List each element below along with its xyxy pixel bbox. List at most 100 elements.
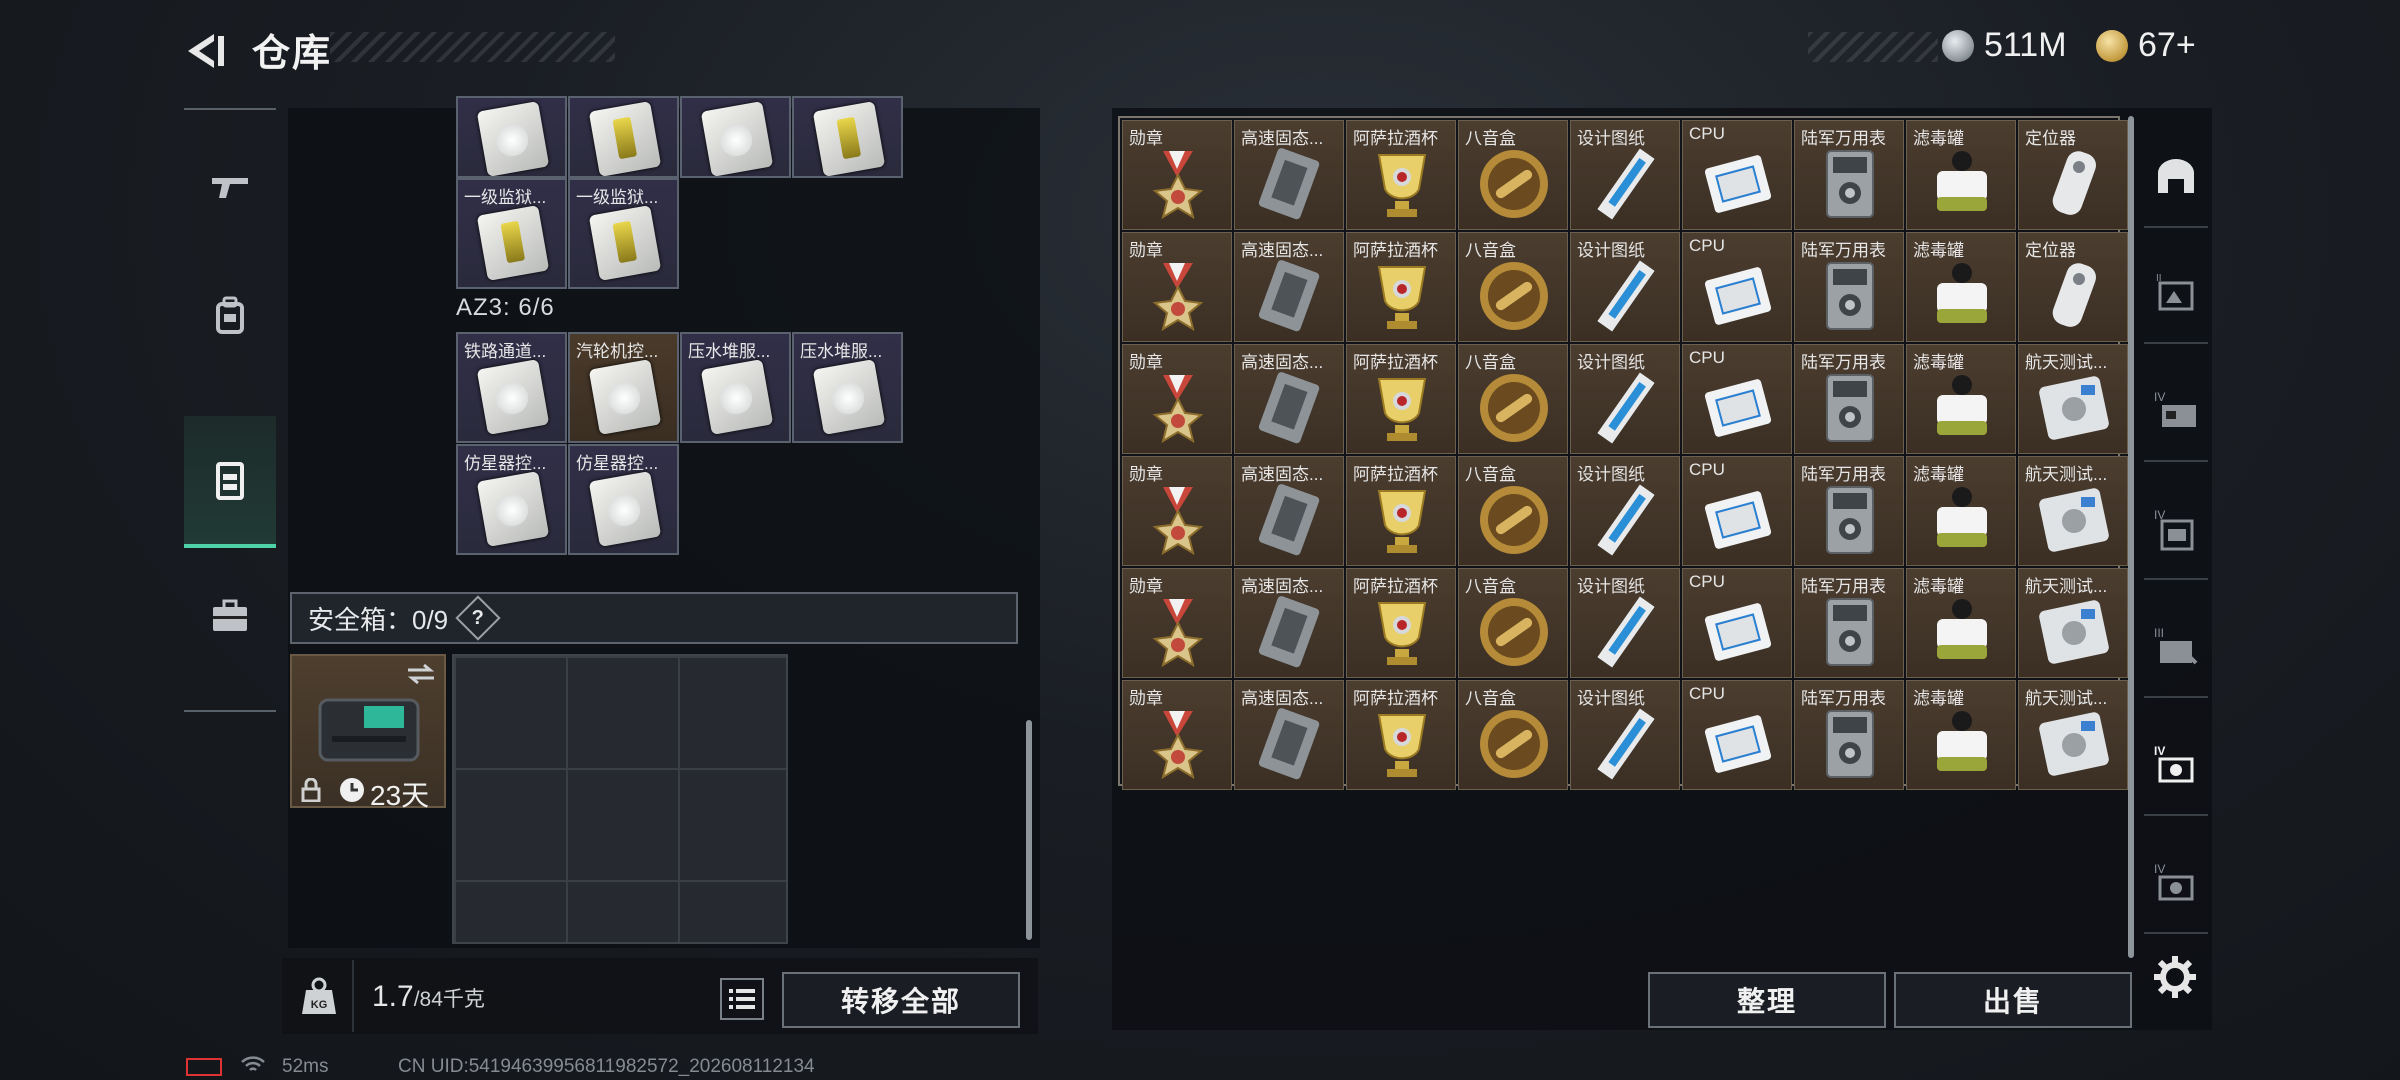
- stash-item-multimeter[interactable]: 陆军万用表: [1794, 344, 1904, 454]
- stash-item-filter[interactable]: 滤毒罐: [1906, 456, 2016, 566]
- inventory-cell[interactable]: 汽轮机控...: [568, 332, 679, 443]
- inventory-cell[interactable]: [456, 96, 567, 178]
- tab-rig[interactable]: [184, 416, 276, 548]
- stash-item-multimeter[interactable]: 陆军万用表: [1794, 456, 1904, 566]
- tab-briefcase[interactable]: [184, 550, 276, 682]
- tab-shelf-iv-2[interactable]: IV: [2144, 480, 2208, 580]
- stash-item-musicbox[interactable]: 八音盒: [1458, 344, 1568, 454]
- inventory-cell[interactable]: [680, 96, 791, 178]
- tab-display-case[interactable]: II: [2144, 244, 2208, 344]
- stash-item-cpu[interactable]: CPU: [1682, 344, 1792, 454]
- stash-item-ssd[interactable]: 高速固态...: [1234, 568, 1344, 678]
- uid-readout: CN UID:541946399568119825​72_20260811213…: [398, 1056, 815, 1077]
- gold-amount: 67+: [2138, 26, 2196, 64]
- transfer-all-button[interactable]: 转移全部: [782, 972, 1020, 1028]
- medal-icon: [1152, 599, 1204, 668]
- stash-item-ssd[interactable]: 高速固态...: [1234, 456, 1344, 566]
- stash-item-ssd[interactable]: 高速固态...: [1234, 120, 1344, 230]
- stash-item-medal[interactable]: 勋章: [1122, 456, 1232, 566]
- inventory-cell[interactable]: [568, 96, 679, 178]
- cpu-icon: [1704, 267, 1772, 325]
- settings-button[interactable]: [2150, 952, 2200, 1002]
- stash-item-ssd[interactable]: 高速固态...: [1234, 232, 1344, 342]
- stash-item-ssd[interactable]: 高速固态...: [1234, 680, 1344, 790]
- tab-shelf-iv[interactable]: IV: [2144, 362, 2208, 462]
- stash-item-aero[interactable]: 航天测试...: [2018, 456, 2128, 566]
- stash-item-blueprint[interactable]: 设计图纸: [1570, 568, 1680, 678]
- stash-item-medal[interactable]: 勋章: [1122, 232, 1232, 342]
- stash-item-medal[interactable]: 勋章: [1122, 344, 1232, 454]
- list-view-button[interactable]: [720, 978, 764, 1020]
- tab-weapons[interactable]: [184, 120, 276, 252]
- stash-item-filter[interactable]: 滤毒罐: [1906, 568, 2016, 678]
- wifi-icon: [241, 1056, 265, 1071]
- stash-item-cpu[interactable]: CPU: [1682, 568, 1792, 678]
- stash-item-blueprint[interactable]: 设计图纸: [1570, 232, 1680, 342]
- inventory-cell[interactable]: 一级监狱...: [456, 178, 567, 289]
- stash-item-ssd[interactable]: 高速固态...: [1234, 344, 1344, 454]
- stash-item-musicbox[interactable]: 八音盒: [1458, 568, 1568, 678]
- stash-item-locator[interactable]: 定位器: [2018, 120, 2128, 230]
- stash-item-cup[interactable]: 阿萨拉酒杯: [1346, 120, 1456, 230]
- inventory-cell[interactable]: 仿星器控...: [568, 444, 679, 555]
- stash-item-cpu[interactable]: CPU: [1682, 232, 1792, 342]
- stash-item-medal[interactable]: 勋章: [1122, 680, 1232, 790]
- stash-item-cup[interactable]: 阿萨拉酒杯: [1346, 232, 1456, 342]
- stash-item-filter[interactable]: 滤毒罐: [1906, 232, 2016, 342]
- item-label: 设计图纸: [1577, 577, 1645, 596]
- inventory-scrollbar[interactable]: [1026, 720, 1032, 940]
- tab-shelf-iv-4[interactable]: IV: [2144, 834, 2208, 934]
- stash-item-medal[interactable]: 勋章: [1122, 120, 1232, 230]
- stash-item-cpu[interactable]: CPU: [1682, 680, 1792, 790]
- organize-button[interactable]: 整理: [1648, 972, 1886, 1028]
- stash-item-multimeter[interactable]: 陆军万用表: [1794, 568, 1904, 678]
- stash-item-filter[interactable]: 滤毒罐: [1906, 120, 2016, 230]
- stash-scrollbar[interactable]: [2128, 116, 2134, 958]
- sell-button[interactable]: 出售: [1894, 972, 2132, 1028]
- back-arrow-icon[interactable]: [180, 26, 230, 76]
- stash-item-medal[interactable]: 勋章: [1122, 568, 1232, 678]
- stash-item-blueprint[interactable]: 设计图纸: [1570, 344, 1680, 454]
- stash-item-filter[interactable]: 滤毒罐: [1906, 344, 2016, 454]
- help-button[interactable]: ?: [455, 595, 501, 641]
- stash-item-blueprint[interactable]: 设计图纸: [1570, 456, 1680, 566]
- stash-item-blueprint[interactable]: 设计图纸: [1570, 120, 1680, 230]
- stash-item-multimeter[interactable]: 陆军万用表: [1794, 680, 1904, 790]
- stash-item-cup[interactable]: 阿萨拉酒杯: [1346, 680, 1456, 790]
- stash-item-musicbox[interactable]: 八音盒: [1458, 120, 1568, 230]
- safe-box-item[interactable]: 23天: [290, 654, 446, 811]
- safe-box-grid[interactable]: [452, 654, 788, 944]
- inventory-cell[interactable]: 铁路通道...: [456, 332, 567, 443]
- stash-item-blueprint[interactable]: 设计图纸: [1570, 680, 1680, 790]
- stash-item-aero[interactable]: 航天测试...: [2018, 344, 2128, 454]
- tab-backpack[interactable]: [184, 250, 276, 382]
- stash-item-cup[interactable]: 阿萨拉酒杯: [1346, 568, 1456, 678]
- stash-item-musicbox[interactable]: 八音盒: [1458, 232, 1568, 342]
- tab-vault[interactable]: [2144, 128, 2208, 228]
- stash-item-aero[interactable]: 航天测试...: [2018, 680, 2128, 790]
- inventory-cell[interactable]: 仿星器控...: [456, 444, 567, 555]
- list-icon: [729, 989, 755, 1009]
- safe-box-timer: 23天: [370, 780, 430, 811]
- stash-item-cup[interactable]: 阿萨拉酒杯: [1346, 456, 1456, 566]
- stash-item-musicbox[interactable]: 八音盒: [1458, 680, 1568, 790]
- tab-shelf-iii[interactable]: III: [2144, 598, 2208, 698]
- filter-icon: [1937, 375, 1987, 435]
- gold-currency[interactable]: 67+: [2096, 26, 2196, 65]
- tab-shelf-iv-3[interactable]: IV: [2144, 716, 2208, 816]
- inventory-cell[interactable]: 压水堆服...: [680, 332, 791, 443]
- stash-item-multimeter[interactable]: 陆军万用表: [1794, 232, 1904, 342]
- swap-icon[interactable]: [404, 662, 438, 686]
- inventory-cell[interactable]: 一级监狱...: [568, 178, 679, 289]
- inventory-cell[interactable]: 压水堆服...: [792, 332, 903, 443]
- stash-item-cup[interactable]: 阿萨拉酒杯: [1346, 344, 1456, 454]
- stash-item-musicbox[interactable]: 八音盒: [1458, 456, 1568, 566]
- stash-item-multimeter[interactable]: 陆军万用表: [1794, 120, 1904, 230]
- stash-item-cpu[interactable]: CPU: [1682, 456, 1792, 566]
- stash-item-filter[interactable]: 滤毒罐: [1906, 680, 2016, 790]
- inventory-cell[interactable]: [792, 96, 903, 178]
- stash-item-aero[interactable]: 航天测试...: [2018, 568, 2128, 678]
- shelf-iii-icon: III: [2154, 626, 2198, 665]
- stash-item-locator[interactable]: 定位器: [2018, 232, 2128, 342]
- stash-item-cpu[interactable]: CPU: [1682, 120, 1792, 230]
